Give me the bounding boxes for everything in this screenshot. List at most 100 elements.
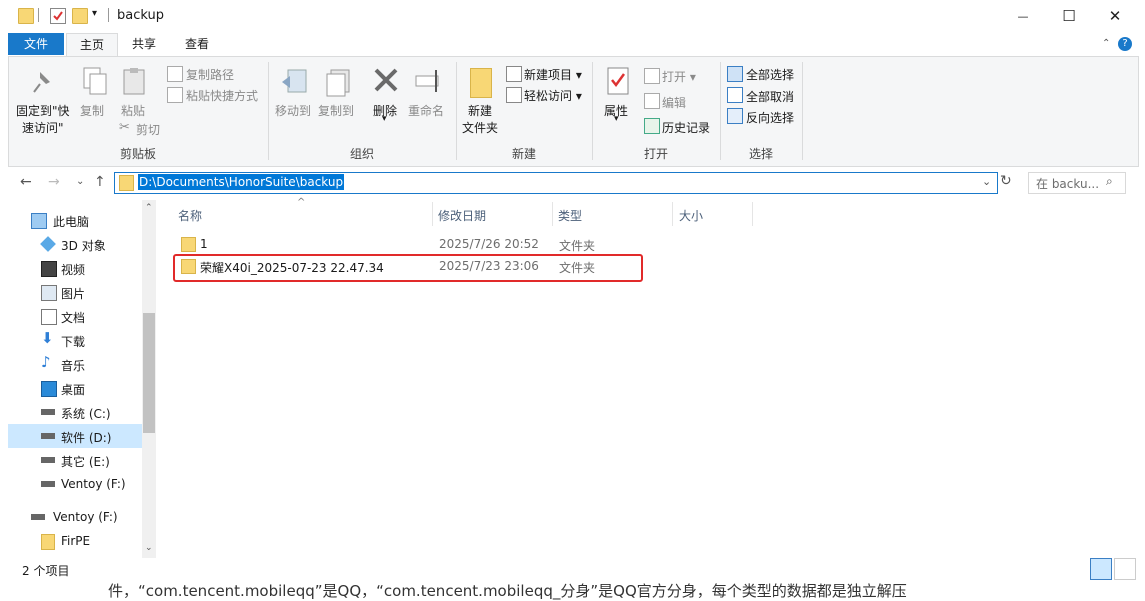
rename-button[interactable]: 重命名 [408,102,444,119]
chevron-down-icon[interactable]: ▾ [614,114,619,124]
tab-file[interactable]: 文件 [8,33,64,55]
maximize-button[interactable]: ☐ [1046,0,1092,32]
copy-to-button[interactable]: 复制到 [318,102,354,119]
search-icon[interactable]: ⌕ [1106,174,1113,189]
column-header-name[interactable]: 名称 [178,207,202,224]
column-header-type[interactable]: 类型 [558,207,582,224]
chevron-down-icon[interactable]: ⌄ [982,175,991,188]
folder-icon [181,237,196,252]
nav-item-videos[interactable]: 视频 [8,256,142,280]
rename-icon [414,66,444,96]
divider [802,62,803,160]
nav-item-documents[interactable]: 文档 [8,304,142,328]
divider [672,202,673,226]
chevron-down-icon[interactable]: ⌄ [76,176,84,187]
organize-group-label: 组织 [349,147,374,161]
back-icon[interactable]: ← [20,174,32,190]
window-title: backup [117,8,164,23]
paste-button[interactable]: 粘贴 [121,102,145,119]
column-header-modified[interactable]: 修改日期 [438,207,486,224]
nav-item-ventoy[interactable]: Ventoy (F:) [8,505,142,529]
tab-home[interactable]: 主页 [66,33,118,56]
scrollbar-thumb[interactable] [143,313,155,433]
sort-indicator-icon: ^ [297,197,306,208]
move-to-button[interactable]: 移动到 [275,102,311,119]
large-icons-view-icon[interactable] [1114,558,1136,580]
address-path[interactable]: D:\Documents\HonorSuite\backup [138,174,345,190]
invert-selection-button[interactable]: 反向选择 [746,109,794,126]
new-item-button[interactable]: 新建项目 ▾ [524,66,582,83]
chevron-down-icon[interactable]: ▾ [92,8,97,19]
film-icon [41,261,57,277]
folder-icon [119,175,134,191]
nav-item-drive-d[interactable]: 软件 (D:) [8,424,142,448]
new-folder-quick-icon[interactable] [72,8,88,24]
cut-button[interactable]: 剪切 [136,121,160,138]
nav-item-drive-f[interactable]: Ventoy (F:) [8,472,142,496]
copy-button[interactable]: 复制 [80,102,104,119]
usb-drive-icon [31,514,45,520]
help-icon[interactable]: ? [1118,37,1132,51]
folder-icon [18,8,34,24]
nav-item-music[interactable]: ♪ 音乐 [8,352,142,376]
pin-to-quick-access-button[interactable]: 固定到"快 速访问" [16,102,70,136]
music-icon: ♪ [41,353,51,371]
column-header-size[interactable]: 大小 [679,207,703,224]
tab-share[interactable]: 共享 [120,33,168,55]
desktop-icon [41,381,57,397]
drive-icon [41,433,55,439]
history-icon [644,118,660,134]
select-none-button[interactable]: 全部取消 [746,88,794,105]
open-button[interactable]: 打开 ▾ [662,68,696,85]
nav-item-3d-objects[interactable]: 3D 对象 [8,232,142,256]
divider [432,202,433,226]
details-view-icon[interactable] [1090,558,1112,580]
new-folder-button[interactable]: 新建 文件夹 [462,102,498,136]
drive-icon [41,457,55,463]
edit-button[interactable]: 编辑 [662,94,686,111]
copy-path-button[interactable]: 复制路径 [186,66,234,83]
search-placeholder: 在 backu... [1036,177,1100,191]
select-none-icon [727,87,743,103]
invert-selection-icon [727,108,743,124]
properties-quick-icon[interactable] [50,8,66,24]
refresh-icon[interactable]: ↻ [1000,173,1012,189]
drive-icon [41,409,55,415]
nav-item-firpe[interactable]: FirPE [8,529,142,553]
usb-drive-icon [41,481,55,487]
select-group-label: 选择 [748,147,773,161]
nav-item-pictures[interactable]: 图片 [8,280,142,304]
copy-icon [80,66,110,96]
nav-item-drive-e[interactable]: 其它 (E:) [8,448,142,472]
close-button[interactable]: ✕ [1092,0,1138,32]
paste-icon [120,66,150,96]
open-icon [644,68,660,84]
pin-icon [28,68,58,98]
edit-icon [644,93,660,109]
chevron-down-icon[interactable]: ⌄ [145,543,153,553]
nav-item-downloads[interactable]: ⬇ 下载 [8,328,142,352]
copy-to-icon [323,66,353,97]
paste-shortcut-button[interactable]: 粘贴快捷方式 [186,87,258,104]
history-button[interactable]: 历史记录 [662,119,710,136]
minimize-button[interactable]: — [1000,0,1046,32]
clipboard-group-label: 剪贴板 [119,147,156,161]
nav-item-this-pc[interactable]: 此电脑 [8,208,142,232]
table-row[interactable]: 1 2025/7/26 20:52 文件夹 [176,234,636,254]
chevron-up-icon[interactable]: ⌃ [145,203,153,213]
nav-item-desktop[interactable]: 桌面 [8,376,142,400]
nav-item-drive-c[interactable]: 系统 (C:) [8,400,142,424]
select-all-button[interactable]: 全部选择 [746,66,794,83]
folder-icon [41,534,55,550]
easy-access-icon [506,87,522,103]
chevron-up-icon[interactable]: ⌃ [1102,38,1110,49]
forward-icon[interactable]: → [48,174,60,190]
easy-access-button[interactable]: 轻松访问 ▾ [524,87,582,104]
move-to-icon [280,66,310,96]
cube-icon [40,236,56,252]
document-icon [41,309,57,325]
tab-view[interactable]: 查看 [174,33,220,55]
computer-icon [31,213,47,229]
chevron-down-icon[interactable]: ▾ [382,114,387,124]
up-icon[interactable]: ↑ [94,174,106,190]
